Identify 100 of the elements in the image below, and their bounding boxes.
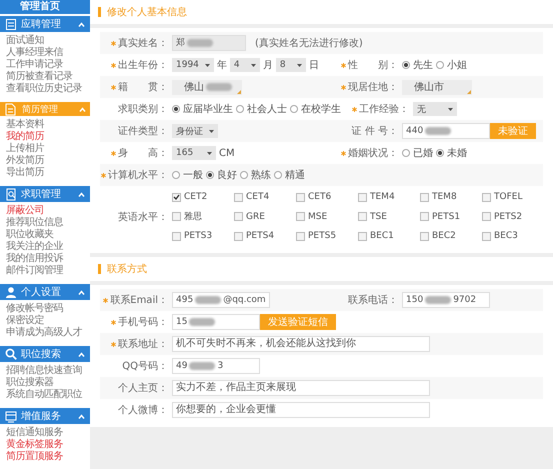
field-label: 英语水平：	[118, 210, 168, 224]
menu-item[interactable]: 基本资料	[6, 119, 90, 131]
checkbox[interactable]	[296, 192, 305, 202]
menu-item[interactable]: 我关注的企业	[6, 241, 90, 253]
checkbox[interactable]	[482, 232, 491, 240]
menu-item[interactable]: 职位收藏夹	[6, 229, 90, 241]
menu-item[interactable]: 工作申请记录	[6, 59, 90, 71]
menu-item[interactable]: 黄金标签服务	[6, 439, 90, 451]
menu-item[interactable]: 屏蔽公司	[6, 205, 90, 217]
person-icon	[5, 286, 17, 298]
text-field[interactable]: 150 9702	[402, 292, 490, 308]
checkbox[interactable]	[482, 192, 491, 202]
menu-item[interactable]: 推荐职位信息	[6, 217, 90, 229]
checkbox[interactable]	[420, 212, 429, 221]
field-label: 联系地址：	[118, 338, 168, 351]
dropdown[interactable]: 165	[172, 146, 216, 160]
menu-header[interactable]: 管理首页	[0, 0, 90, 14]
menu-item[interactable]: 简历置顶服务	[6, 451, 90, 463]
option-label: 一般	[183, 169, 203, 182]
dropdown[interactable]: 身份证	[172, 124, 218, 138]
radio-button[interactable]	[236, 105, 244, 113]
checkbox[interactable]	[358, 232, 367, 240]
location-picker[interactable]: 佛山	[172, 80, 242, 94]
option-label: BEC1	[370, 231, 394, 241]
field-label: 联系Email：	[110, 294, 168, 307]
option-label: TEM8	[432, 192, 457, 202]
caret-icon	[448, 108, 453, 110]
menu-section-header[interactable]: 个人设置	[0, 284, 90, 300]
menu-item[interactable]: 修改帐号密码	[6, 303, 90, 315]
radio-button[interactable]	[172, 171, 180, 179]
field-label: 计算机水平：	[108, 168, 168, 182]
menu-item[interactable]: 招聘信息快速查询	[6, 365, 90, 377]
unit-label: 日	[308, 59, 319, 72]
radio-button[interactable]	[172, 105, 180, 113]
dropdown[interactable]: 无	[413, 102, 457, 116]
dropdown[interactable]: 1994	[172, 58, 214, 72]
checkbox[interactable]	[296, 232, 305, 240]
menu-section-header[interactable]: 求职管理	[0, 186, 90, 202]
option-label: 雅思	[184, 210, 202, 223]
menu-item[interactable]: 我的信用投诉	[6, 253, 90, 265]
checkbox[interactable]	[296, 212, 305, 221]
menu-item[interactable]: 邮件订阅管理	[6, 265, 90, 277]
field-label: 工作经验：	[359, 103, 409, 116]
field-label: 求职类别：	[118, 102, 168, 116]
menu-section-header[interactable]: 职位搜索	[0, 346, 90, 362]
radio-button[interactable]	[436, 61, 444, 69]
caret-icon	[250, 64, 256, 66]
checkbox[interactable]	[420, 232, 429, 240]
option-label: TOFEL	[494, 192, 522, 202]
checkbox[interactable]	[172, 232, 181, 240]
radio-button[interactable]	[402, 149, 410, 157]
text-field[interactable]: 实力不差，作品主页来展现	[172, 380, 430, 396]
option-label: PETS2	[494, 212, 522, 222]
menu-item[interactable]: 人事经理来信	[6, 47, 90, 59]
menu-item[interactable]: 简历被查看记录	[6, 71, 90, 83]
checkbox[interactable]	[172, 212, 181, 221]
text-field[interactable]: 15	[172, 314, 260, 330]
menu-item[interactable]: 保密设定	[6, 315, 90, 327]
checkbox[interactable]	[420, 192, 429, 202]
redaction-blur	[425, 296, 452, 304]
checkbox[interactable]	[234, 192, 243, 202]
menu-item[interactable]: 外发简历	[6, 155, 90, 167]
menu-item[interactable]: 职位搜索器	[6, 377, 90, 389]
menu-item[interactable]: 短信通知服务	[6, 427, 90, 439]
radio-button[interactable]	[402, 61, 410, 69]
accent-bar	[98, 264, 101, 274]
dropdown[interactable]: 8	[276, 58, 306, 72]
menu-item[interactable]: 查看职位历史记录	[6, 83, 90, 95]
menu-item[interactable]: 面试通知	[6, 35, 90, 47]
caret-icon	[296, 64, 302, 66]
radio-button[interactable]	[274, 171, 282, 179]
radio-button[interactable]	[290, 105, 298, 113]
text-field[interactable]: 495 @qq.com	[172, 292, 270, 308]
radio-button[interactable]	[240, 171, 248, 179]
option-label: 已婚	[413, 147, 433, 160]
checkbox[interactable]	[482, 212, 491, 221]
checkbox[interactable]	[172, 192, 181, 202]
text-field[interactable]: 机不可失时不再来，机会还能从这找到你	[172, 336, 430, 352]
checkbox[interactable]	[234, 232, 243, 240]
checkbox[interactable]	[358, 192, 367, 202]
menu-item[interactable]: 我的简历	[6, 131, 90, 143]
dropdown[interactable]: 4	[230, 58, 260, 72]
text-field[interactable]: 49 3	[172, 358, 260, 374]
document-icon	[4, 102, 16, 116]
redaction-blur	[189, 318, 216, 326]
radio-button[interactable]	[206, 171, 214, 179]
text-field[interactable]: 你想要的，企业会更懂	[172, 402, 430, 418]
menu-section-header[interactable]: 应聘管理	[0, 16, 90, 32]
location-picker[interactable]: 佛山市	[402, 80, 472, 94]
menu-item[interactable]: 导出简历	[6, 167, 90, 179]
text-field[interactable]: 440	[402, 123, 490, 139]
menu-item[interactable]: 申请成为高级人才	[6, 327, 90, 339]
option-label: 熟练	[251, 168, 271, 182]
option-label: 未婚	[447, 146, 467, 160]
menu-item[interactable]: 上传相片	[6, 143, 90, 155]
radio-button[interactable]	[436, 149, 444, 157]
checkbox[interactable]	[234, 212, 243, 221]
menu-section-header[interactable]: 增值服务	[0, 408, 90, 424]
menu-item[interactable]: 系统自动匹配职位	[6, 389, 90, 401]
checkbox[interactable]	[358, 212, 367, 221]
